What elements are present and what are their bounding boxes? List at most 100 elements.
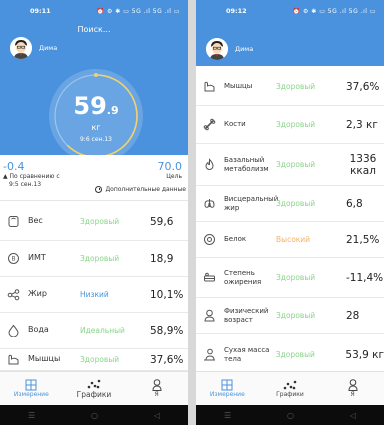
metric-status: Здоровый — [80, 355, 120, 364]
metric-row[interactable]: Сухая масса тела Здоровый 53,9 кг — [196, 334, 384, 376]
metric-value: 59,6 — [150, 215, 174, 228]
status-icons: ⏰ ⚙ ✱ ▭ 5G .ıl 5G .ıl ▭ — [96, 7, 180, 15]
metric-status: Здоровый — [276, 82, 316, 91]
bone-icon — [203, 118, 216, 131]
metric-name: Белок — [224, 235, 247, 244]
comparison-block: -0.4 ▲ По сравнению с 9:5 сен.13 — [3, 160, 60, 189]
body-age-icon — [203, 309, 216, 322]
measurement-screen-scrolled: 09:12 ⏰ ⚙ ✱ ▭ 5G .ıl 5G .ıl ▭ Дима Мышцы… — [196, 0, 384, 425]
chart-dots-icon — [283, 380, 297, 390]
metric-value: 37,6% — [150, 353, 184, 366]
gauge-marker — [94, 73, 98, 77]
clock-icon — [95, 186, 103, 193]
metric-row[interactable]: Базальный метаболизм Здоровый 1336 ккал — [196, 144, 384, 186]
weight-difference: -0.4 — [3, 160, 25, 173]
home-key-icon[interactable]: ○ — [91, 411, 98, 420]
divider — [0, 200, 188, 201]
metric-status: Здоровый — [276, 199, 316, 208]
menu-key-icon[interactable]: ☰ — [224, 411, 231, 420]
lean-mass-icon — [203, 348, 216, 361]
grid-icon — [25, 379, 37, 391]
scale-icon — [7, 215, 20, 228]
metric-row[interactable]: Белок Высокий 21,5% — [196, 222, 384, 258]
metric-value: 10,1% — [150, 288, 184, 301]
metric-name: Физический возраст — [224, 307, 269, 324]
menu-key-icon[interactable]: ☰ — [28, 411, 35, 420]
metric-name: Мышцы — [28, 354, 61, 364]
weight-unit: кг — [91, 123, 101, 132]
metric-value: 21,5% — [346, 233, 380, 246]
metric-name: Базальный метаболизм — [224, 156, 269, 173]
metric-status: Высокий — [276, 235, 311, 244]
comparison-label: ▲ По сравнению с — [3, 173, 60, 180]
metric-status: Идеальный — [80, 326, 125, 335]
metric-status: Здоровый — [276, 311, 316, 320]
metric-row[interactable]: Жир Низкий 10,1% — [0, 277, 188, 313]
status-time: 09:12 — [226, 7, 247, 15]
nav-charts[interactable]: Графики — [64, 378, 124, 399]
metric-name: Степень ожирения — [224, 269, 262, 286]
nav-charts[interactable]: Графики — [260, 379, 320, 398]
person-icon — [152, 379, 162, 391]
metric-value: 2,3 кг — [346, 118, 378, 131]
metric-row[interactable]: B ИМТ Здоровый 18,9 — [0, 241, 188, 277]
weight-integer: 59 — [73, 92, 107, 120]
nav-charts-label: Графики — [276, 391, 304, 398]
bmi-icon: B — [7, 252, 20, 265]
metric-value: 1336 ккал — [349, 152, 377, 177]
user-selector[interactable]: Дима — [206, 38, 253, 60]
metric-row[interactable]: Мышцы Здоровый 37,6% — [196, 68, 384, 106]
search-button[interactable]: Поиск... — [0, 25, 188, 34]
metric-value: 37,6% — [346, 80, 380, 93]
goal-block[interactable]: 70.0 Цель — [158, 160, 183, 181]
metric-value: 28 — [346, 309, 360, 322]
bottom-navigation: Измерение Графики Я — [196, 371, 384, 405]
nav-profile[interactable]: Я — [127, 379, 187, 398]
status-bar: 09:11 ⏰ ⚙ ✱ ▭ 5G .ıl 5G .ıl ▭ — [0, 0, 188, 22]
muscle-icon — [7, 353, 20, 366]
metric-row[interactable]: Степень ожирения Здоровый -11,4% — [196, 258, 384, 298]
nav-profile[interactable]: Я — [323, 379, 383, 398]
person-icon — [348, 379, 358, 391]
metric-status: Здоровый — [276, 160, 316, 169]
more-data-button[interactable]: Дополнительные данные — [95, 186, 186, 193]
user-selector[interactable]: Дима — [10, 37, 57, 59]
metric-name: Вес — [28, 216, 43, 226]
user-avatar-icon — [10, 37, 32, 59]
visceral-fat-icon — [203, 197, 216, 210]
system-navigation-bar: ☰ ○ ◁ — [196, 405, 384, 425]
metric-name: Вода — [28, 325, 49, 335]
nav-measurement-label: Измерение — [209, 391, 245, 398]
nav-measurement[interactable]: Измерение — [1, 379, 61, 398]
user-name: Дима — [39, 44, 58, 52]
metric-status: Здоровый — [275, 350, 315, 359]
measurement-screen-top: 09:11 ⏰ ⚙ ✱ ▭ 5G .ıl 5G .ıl ▭ Поиск... Д… — [0, 0, 188, 425]
weight-gauge[interactable]: 59.9 кг 9:6 сен.13 — [46, 66, 146, 166]
metric-value: 53,9 кг — [345, 348, 384, 361]
metric-status: Здоровый — [80, 254, 120, 263]
metric-value: 18,9 — [150, 252, 174, 265]
nav-charts-label: Графики — [76, 390, 112, 399]
metric-row[interactable]: Кости Здоровый 2,3 кг — [196, 106, 384, 144]
metric-row[interactable]: Вес Здоровый 59,6 — [0, 203, 188, 241]
measurement-date: 9:6 сен.13 — [79, 136, 113, 143]
back-key-icon[interactable]: ◁ — [350, 411, 356, 420]
avatar — [206, 38, 228, 60]
metric-name: Сухая масса тела — [224, 346, 270, 363]
metric-row[interactable]: Вода Идеальный 58,9% — [0, 313, 188, 349]
weight-decimal: .9 — [106, 104, 119, 117]
nav-measurement[interactable]: Измерение — [197, 379, 257, 398]
metric-row[interactable]: Мышцы Здоровый 37,6% — [0, 349, 188, 371]
avatar — [10, 37, 32, 59]
nav-profile-label: Я — [154, 391, 159, 398]
comparison-date: 9:5 сен.13 — [9, 181, 42, 188]
nav-profile-label: Я — [350, 391, 355, 398]
metric-row[interactable]: Висцеральный жир Здоровый 6,8 — [196, 186, 384, 222]
metric-name: Кости — [224, 120, 246, 129]
metric-name: Висцеральный жир — [224, 195, 279, 212]
metric-row[interactable]: Физический возраст Здоровый 28 — [196, 298, 384, 334]
metric-value: 6,8 — [346, 197, 363, 210]
home-key-icon[interactable]: ○ — [287, 411, 294, 420]
user-name: Дима — [235, 45, 254, 53]
back-key-icon[interactable]: ◁ — [154, 411, 160, 420]
